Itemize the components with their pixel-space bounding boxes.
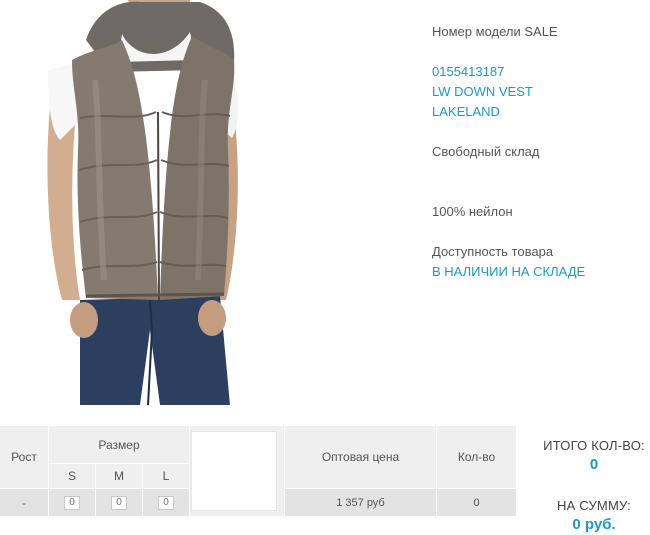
qty-input-l[interactable] bbox=[158, 495, 174, 510]
header-price: Оптовая цена bbox=[285, 426, 436, 488]
row-qty-total-value: 0 bbox=[473, 496, 480, 509]
row-qty-s-cell bbox=[49, 489, 95, 516]
total-qty-value: 0 bbox=[589, 456, 599, 473]
row-price: 1 357 руб bbox=[285, 489, 436, 516]
size-col-s: S bbox=[49, 464, 95, 488]
total-sum-value: 0 руб. bbox=[572, 516, 616, 533]
availability-status: В НАЛИЧИИ НА СКЛАДЕ bbox=[432, 264, 586, 279]
row-price-value: 1 357 руб bbox=[336, 496, 385, 509]
row-height-value: - bbox=[22, 495, 26, 510]
header-size-label: Размер bbox=[98, 437, 140, 452]
size-col-l: L bbox=[143, 464, 189, 488]
thumbnail-placeholder bbox=[191, 431, 277, 511]
row-height: - bbox=[0, 489, 48, 516]
order-table: Рост Размер S M L Оптовая цена Кол-во - … bbox=[0, 426, 516, 516]
material: 100% нейлон bbox=[432, 204, 513, 219]
size-label-s: S bbox=[67, 469, 76, 483]
row-qty-m-cell bbox=[96, 489, 142, 516]
product-photo bbox=[0, 0, 245, 405]
row-qty-l-cell bbox=[143, 489, 189, 516]
product-name: LW DOWN VEST bbox=[432, 84, 533, 99]
stock-type: Свободный склад bbox=[432, 144, 540, 159]
header-price-label: Оптовая цена bbox=[321, 450, 400, 464]
header-height: Рост bbox=[0, 426, 48, 488]
product-code: 0155413187 bbox=[432, 64, 505, 79]
size-label-m: M bbox=[114, 469, 124, 483]
size-col-m: M bbox=[96, 464, 142, 488]
qty-input-m[interactable] bbox=[111, 495, 127, 510]
header-size: Размер bbox=[49, 426, 189, 463]
total-qty-label: ИТОГО КОЛ-ВО: bbox=[543, 438, 645, 453]
header-qty: Кол-во bbox=[437, 426, 516, 488]
size-label-l: L bbox=[162, 469, 170, 483]
model-label: Номер модели SALE bbox=[432, 24, 558, 39]
product-brand: LAKELAND bbox=[432, 104, 500, 119]
header-qty-label: Кол-во bbox=[457, 450, 496, 464]
qty-input-s[interactable] bbox=[64, 495, 80, 510]
row-qty-total: 0 bbox=[437, 489, 516, 516]
total-sum-label: НА СУММУ: bbox=[557, 498, 631, 513]
availability-label: Доступность товара bbox=[432, 244, 554, 259]
header-height-label: Рост bbox=[11, 450, 37, 464]
